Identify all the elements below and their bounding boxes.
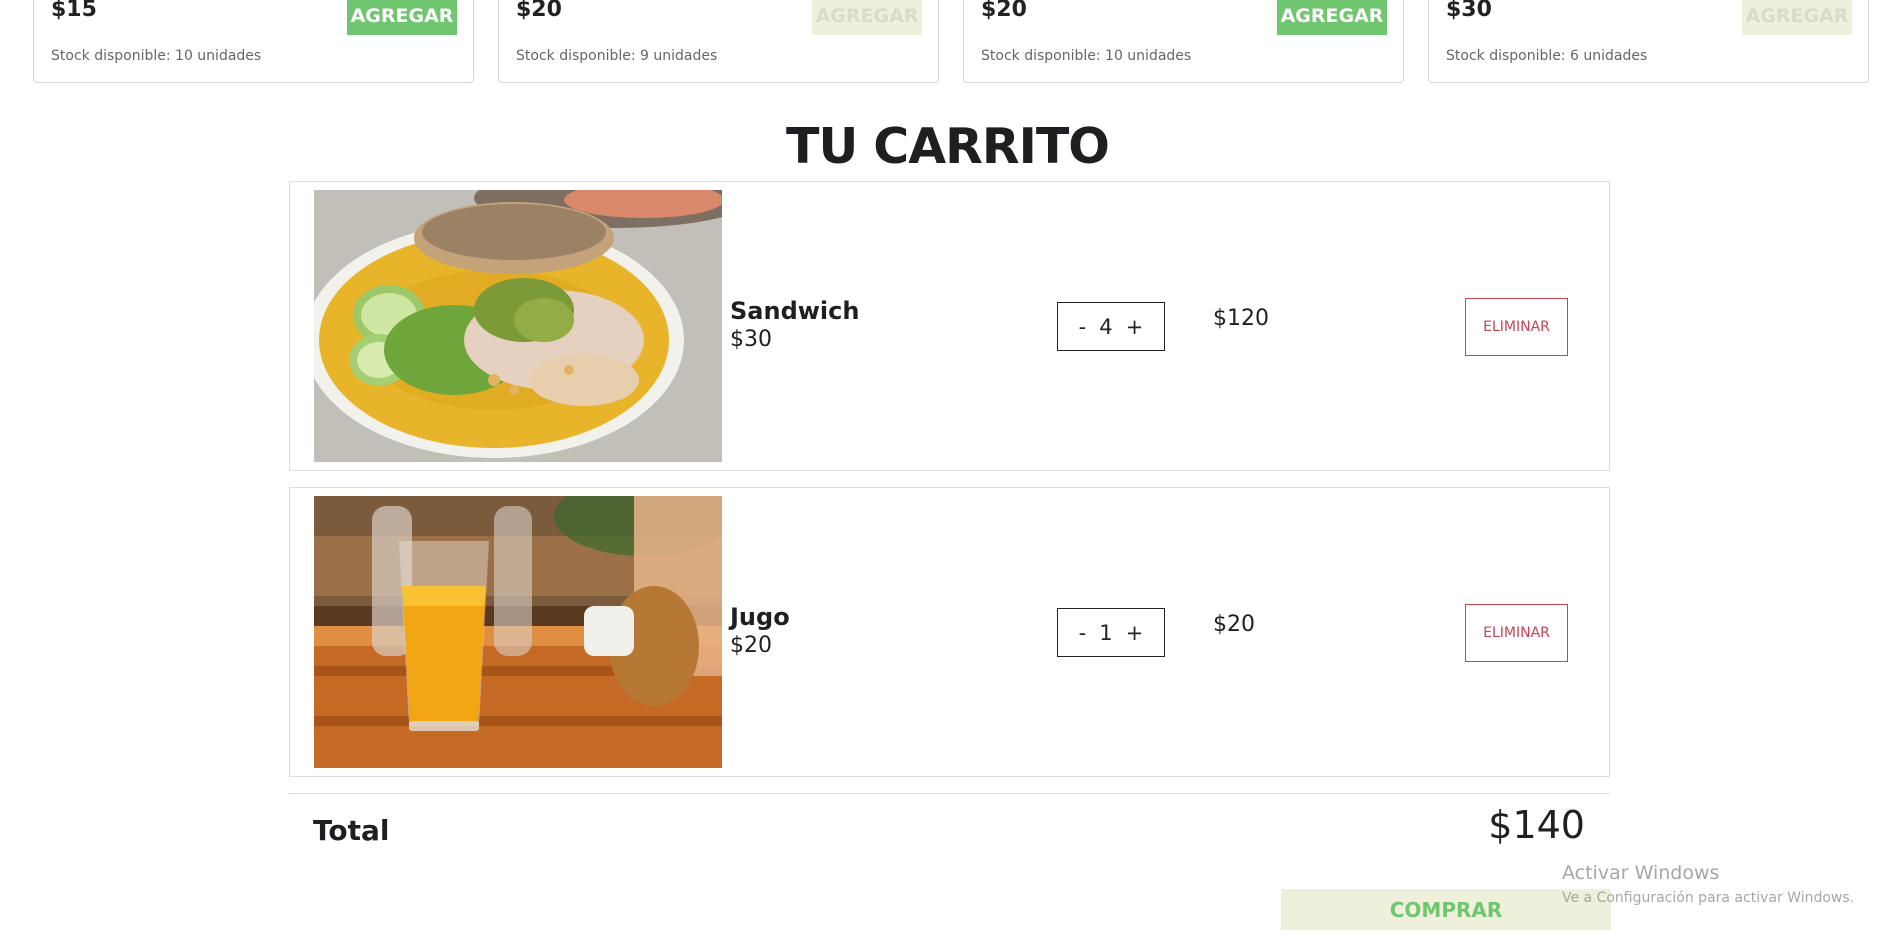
increment-button[interactable]: +: [1126, 315, 1144, 339]
product-card: $20 AGREGAR Stock disponible: 10 unidade…: [963, 0, 1404, 83]
total-label: Total: [313, 814, 390, 847]
cart-item: Jugo $20 - 1 + $20 ELIMINAR: [289, 487, 1610, 777]
watermark-title: Activar Windows: [1562, 862, 1720, 884]
total-divider: [289, 793, 1610, 794]
quantity-stepper: - 4 +: [1057, 302, 1165, 351]
product-price: $20: [516, 0, 562, 22]
decrement-button[interactable]: -: [1079, 315, 1087, 339]
product-card: $15 AGREGAR Stock disponible: 10 unidade…: [33, 0, 474, 83]
cart-item-subtotal: $120: [1213, 306, 1269, 331]
orange-juice-photo-icon: [314, 496, 722, 768]
product-price: $15: [51, 0, 97, 22]
add-to-cart-button[interactable]: AGREGAR: [812, 0, 922, 35]
products-row: $15 AGREGAR Stock disponible: 10 unidade…: [33, 0, 1871, 83]
total-value: $140: [1488, 803, 1585, 847]
quantity-stepper: - 1 +: [1057, 608, 1165, 657]
cart-item-name: Sandwich: [730, 297, 860, 325]
add-to-cart-button[interactable]: AGREGAR: [1742, 0, 1852, 35]
product-stock: Stock disponible: 10 unidades: [981, 48, 1192, 64]
buy-button[interactable]: COMPRAR: [1281, 889, 1611, 930]
cart-item-unit-price: $30: [730, 327, 772, 352]
decrement-button[interactable]: -: [1079, 621, 1087, 645]
increment-button[interactable]: +: [1126, 621, 1144, 645]
cart-item-subtotal: $20: [1213, 612, 1255, 637]
product-price: $30: [1446, 0, 1492, 22]
cart-item-unit-price: $20: [730, 633, 772, 658]
product-stock: Stock disponible: 9 unidades: [516, 48, 718, 64]
cart-title: TU CARRITO: [786, 118, 1110, 175]
quantity-value: 1: [1099, 620, 1113, 645]
product-stock: Stock disponible: 6 unidades: [1446, 48, 1648, 64]
product-card: $30 AGREGAR Stock disponible: 6 unidades: [1428, 0, 1869, 83]
quantity-value: 4: [1099, 314, 1113, 339]
sandwich-photo-icon: [314, 190, 722, 462]
product-card: $20 AGREGAR Stock disponible: 9 unidades: [498, 0, 939, 83]
cart-item-name: Jugo: [730, 603, 790, 631]
add-to-cart-button[interactable]: AGREGAR: [1277, 0, 1387, 35]
product-stock: Stock disponible: 10 unidades: [51, 48, 262, 64]
remove-item-button[interactable]: ELIMINAR: [1465, 298, 1568, 356]
remove-item-button[interactable]: ELIMINAR: [1465, 604, 1568, 662]
add-to-cart-button[interactable]: AGREGAR: [347, 0, 457, 35]
product-price: $20: [981, 0, 1027, 22]
cart-item: Sandwich $30 - 4 + $120 ELIMINAR: [289, 181, 1610, 471]
